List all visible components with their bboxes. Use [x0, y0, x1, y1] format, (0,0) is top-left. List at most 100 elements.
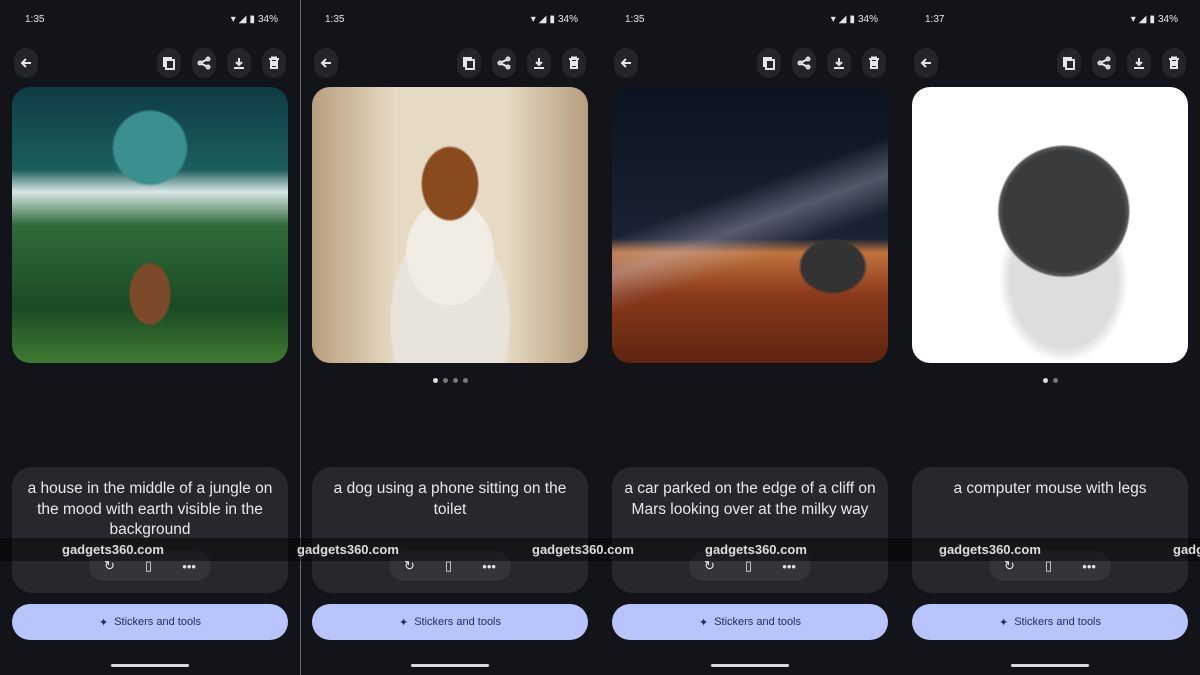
phone-screen: 1:35 ▾ ◢ ▮ 34% a house in the middle of a j…: [0, 0, 300, 675]
phone-screen: 1:35 ▾ ◢ ▮ 34% a car parked on the edge of …: [600, 0, 900, 675]
clock: 1:37: [925, 14, 945, 25]
generated-image[interactable]: [612, 87, 888, 363]
share-icon: [497, 56, 511, 70]
phone-screen: 1:37 ▾ ◢ ▮ 34% a computer mouse with legs ↻…: [900, 0, 1200, 675]
delete-icon: [569, 56, 579, 69]
watermark: gadg: [1173, 542, 1200, 557]
panel-divider: [300, 0, 301, 675]
share-button[interactable]: [792, 48, 816, 78]
share-button[interactable]: [1092, 48, 1116, 78]
wifi-icon: ▾: [230, 14, 236, 25]
delete-button[interactable]: [262, 48, 286, 78]
page-indicator-dot[interactable]: [1052, 378, 1058, 383]
delete-button[interactable]: [862, 48, 886, 78]
signal-icon: ◢: [1138, 14, 1147, 25]
stickers-and-tools-button[interactable]: ✦ Stickers and tools: [312, 604, 588, 640]
battery-level: 34%: [1157, 14, 1178, 25]
watermark: gadgets360.com: [297, 542, 399, 557]
prompt-text[interactable]: a computer mouse with legs: [912, 467, 1188, 500]
magic-wand-icon: ✦: [398, 616, 409, 629]
generated-image[interactable]: [912, 87, 1188, 363]
magic-wand-icon: ✦: [98, 616, 109, 629]
page-indicator-dot[interactable]: [442, 378, 448, 383]
page-indicator-dot[interactable]: [1042, 378, 1048, 383]
magic-wand-icon: ✦: [698, 616, 709, 629]
clock: 1:35: [25, 14, 45, 25]
back-icon: [20, 58, 31, 68]
home-indicator[interactable]: [711, 664, 789, 667]
watermark: gadgets360.com: [705, 542, 807, 557]
copy-button[interactable]: [157, 48, 181, 78]
download-icon: [534, 58, 544, 69]
delete-icon: [869, 56, 879, 69]
phone-screen: 1:35 ▾ ◢ ▮ 34% a dog using a phone sitting …: [300, 0, 600, 675]
download-button[interactable]: [1127, 48, 1151, 78]
stickers-and-tools-button[interactable]: ✦ Stickers and tools: [912, 604, 1188, 640]
copy-icon: [163, 57, 175, 70]
wifi-icon: ▾: [1130, 14, 1136, 25]
stickers-label: Stickers and tools: [1014, 616, 1102, 628]
back-icon: [320, 58, 331, 68]
delete-button[interactable]: [562, 48, 586, 78]
share-button[interactable]: [192, 48, 216, 78]
copy-icon: [463, 57, 475, 70]
delete-button[interactable]: [1162, 48, 1186, 78]
status-bar: 1:37 ▾ ◢ ▮ 34%: [925, 14, 1178, 25]
battery-icon: ▮: [849, 14, 855, 25]
copy-button[interactable]: [457, 48, 481, 78]
prompt-text[interactable]: a dog using a phone sitting on the toile…: [312, 467, 588, 520]
page-indicator-dot[interactable]: [452, 378, 458, 383]
page-indicator-dot[interactable]: [432, 378, 438, 383]
back-icon: [920, 58, 931, 68]
page-indicator-dot[interactable]: [462, 378, 468, 383]
download-button[interactable]: [227, 48, 251, 78]
watermark: gadgets360.com: [939, 542, 1041, 557]
watermark: gadgets360.com: [62, 542, 164, 557]
download-icon: [1134, 58, 1144, 69]
status-bar: 1:35 ▾ ◢ ▮ 34%: [625, 14, 878, 25]
back-button[interactable]: [614, 48, 638, 78]
signal-icon: ◢: [538, 14, 547, 25]
battery-level: 34%: [857, 14, 878, 25]
stickers-and-tools-button[interactable]: ✦ Stickers and tools: [612, 604, 888, 640]
share-button[interactable]: [492, 48, 516, 78]
download-button[interactable]: [527, 48, 551, 78]
signal-icon: ◢: [238, 14, 247, 25]
download-button[interactable]: [827, 48, 851, 78]
prompt-text[interactable]: a car parked on the edge of a cliff on M…: [612, 467, 888, 520]
delete-icon: [269, 56, 279, 69]
battery-icon: ▮: [549, 14, 555, 25]
copy-icon: [763, 57, 775, 70]
clock: 1:35: [325, 14, 345, 25]
wifi-icon: ▾: [830, 14, 836, 25]
download-icon: [234, 58, 244, 69]
battery-icon: ▮: [249, 14, 255, 25]
generated-image[interactable]: [312, 87, 588, 363]
back-icon: [620, 58, 631, 68]
copy-button[interactable]: [1057, 48, 1081, 78]
battery-level: 34%: [557, 14, 578, 25]
copy-button[interactable]: [757, 48, 781, 78]
home-indicator[interactable]: [111, 664, 189, 667]
status-bar: 1:35 ▾ ◢ ▮ 34%: [25, 14, 278, 25]
back-button[interactable]: [314, 48, 338, 78]
share-icon: [1097, 56, 1111, 70]
page-indicator: [900, 378, 1200, 383]
stickers-label: Stickers and tools: [414, 616, 502, 628]
home-indicator[interactable]: [411, 664, 489, 667]
stickers-and-tools-button[interactable]: ✦ Stickers and tools: [12, 604, 288, 640]
share-icon: [197, 56, 211, 70]
prompt-card: a dog using a phone sitting on the toile…: [312, 467, 588, 593]
prompt-text[interactable]: a house in the middle of a jungle on the…: [12, 467, 288, 541]
stickers-label: Stickers and tools: [114, 616, 202, 628]
prompt-card: a car parked on the edge of a cliff on M…: [612, 467, 888, 593]
back-button[interactable]: [914, 48, 938, 78]
back-button[interactable]: [14, 48, 38, 78]
prompt-card: a house in the middle of a jungle on the…: [12, 467, 288, 593]
download-icon: [834, 58, 844, 69]
battery-level: 34%: [257, 14, 278, 25]
magic-wand-icon: ✦: [998, 616, 1009, 629]
clock: 1:35: [625, 14, 645, 25]
generated-image[interactable]: [12, 87, 288, 363]
home-indicator[interactable]: [1011, 664, 1089, 667]
